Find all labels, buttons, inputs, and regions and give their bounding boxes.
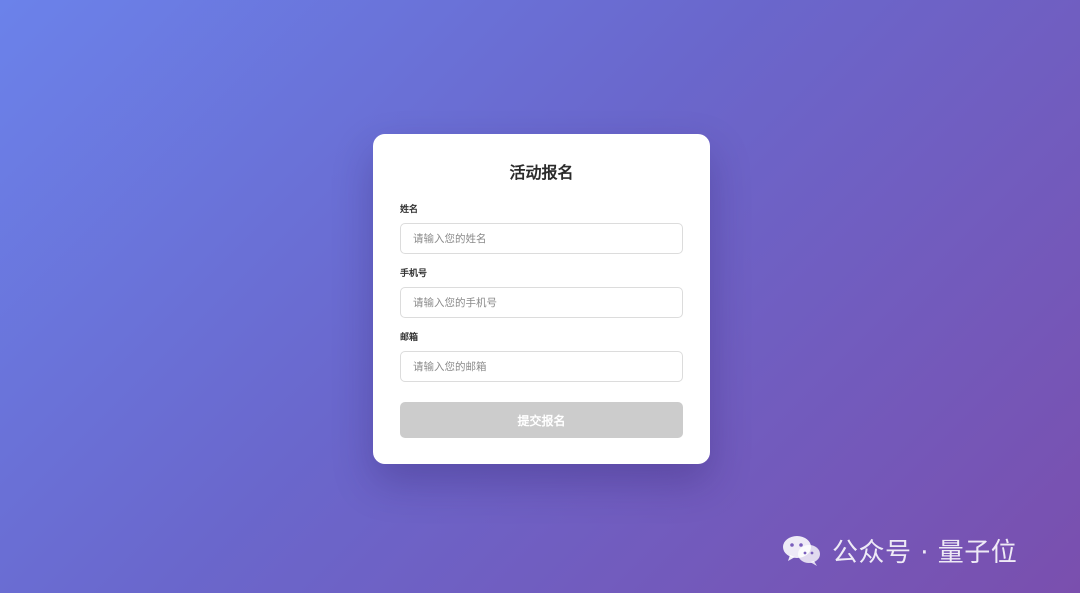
wechat-icon — [783, 536, 820, 566]
email-input[interactable] — [400, 351, 683, 382]
name-input[interactable] — [400, 223, 683, 254]
phone-field-group: 手机号 — [400, 268, 683, 318]
registration-card: 活动报名 姓名 手机号 邮箱 提交报名 — [373, 134, 710, 464]
submit-registration-button[interactable]: 提交报名 — [400, 402, 683, 438]
email-field-group: 邮箱 — [400, 332, 683, 382]
name-field-group: 姓名 — [400, 204, 683, 254]
phone-input[interactable] — [400, 287, 683, 318]
watermark-text: 公众号 · 量子位 — [832, 537, 1018, 568]
form-title: 活动报名 — [509, 163, 574, 182]
email-label: 邮箱 — [400, 333, 419, 343]
phone-label: 手机号 — [400, 269, 428, 279]
name-label: 姓名 — [400, 205, 419, 215]
watermark: 公众号 · 量子位 — [780, 530, 1060, 570]
